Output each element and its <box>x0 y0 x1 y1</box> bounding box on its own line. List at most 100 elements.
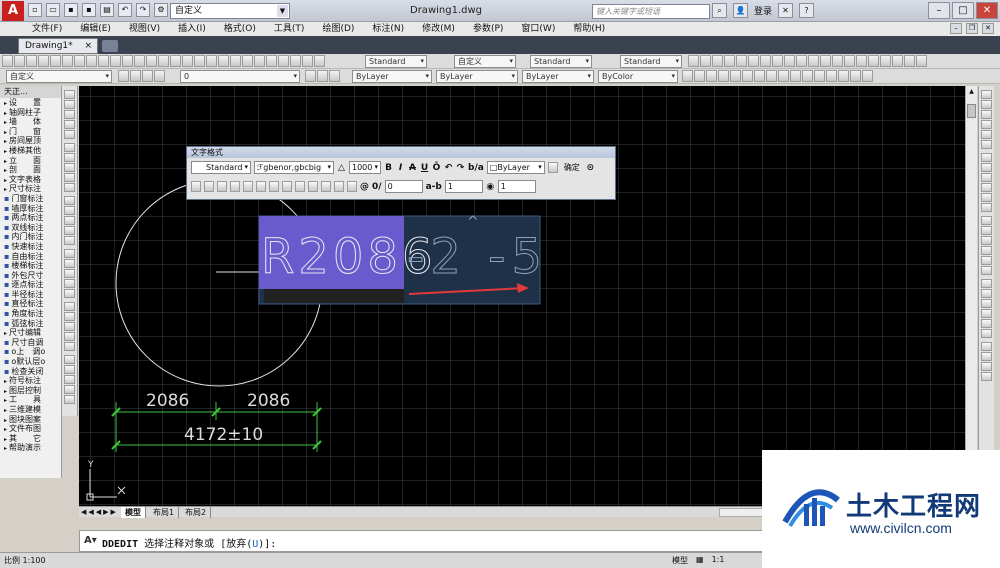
scale-icon[interactable] <box>766 70 777 82</box>
lineweight-select[interactable]: ByLayer <box>522 70 594 83</box>
command-line[interactable]: A▾ DDEDIT 选择注释对象或 [放弃(U)]: <box>79 530 765 552</box>
palette-item[interactable]: 文字表格 <box>0 175 61 185</box>
tool-i-icon[interactable] <box>64 385 75 394</box>
menu-insert[interactable]: 插入(I) <box>178 22 206 36</box>
arc-dim-icon[interactable] <box>712 55 723 67</box>
tool-c-icon[interactable] <box>64 322 75 331</box>
text-style-select[interactable]: Standard <box>365 55 427 68</box>
menu-format[interactable]: 格式(O) <box>224 22 256 36</box>
circle-icon[interactable] <box>64 153 75 162</box>
rtool-24-icon[interactable] <box>981 329 992 338</box>
mtext-justify-icon[interactable] <box>204 181 214 192</box>
rtool-1-icon[interactable] <box>981 90 992 99</box>
rtool-27-icon[interactable] <box>981 362 992 371</box>
saveas-icon[interactable]: ▪ <box>82 3 96 17</box>
palette-item[interactable]: 符号标注 <box>0 376 61 386</box>
annotative-icon[interactable]: △ <box>337 163 346 173</box>
design-center-icon[interactable] <box>230 55 241 67</box>
center-mark-icon[interactable] <box>856 55 867 67</box>
dim-text-total[interactable]: 4172±10 <box>184 425 263 445</box>
uppercase-icon[interactable] <box>334 181 344 192</box>
join-icon[interactable] <box>826 70 837 82</box>
tab-close-icon[interactable]: × <box>84 39 92 53</box>
palette-item[interactable]: 尺寸编辑 <box>0 328 61 338</box>
tool-e-icon[interactable] <box>64 342 75 351</box>
rtool-25-icon[interactable] <box>981 342 992 351</box>
layer-manager-icon[interactable] <box>118 70 129 82</box>
menu-tools[interactable]: 工具(T) <box>274 22 305 36</box>
rtool-21-icon[interactable] <box>981 299 992 308</box>
mirror-icon[interactable] <box>706 70 717 82</box>
tool-d-icon[interactable] <box>64 332 75 341</box>
palette-item[interactable]: 帮助演示 <box>0 443 61 453</box>
rtool-22-icon[interactable] <box>981 309 992 318</box>
dim-style-select[interactable]: 自定义 <box>454 55 516 68</box>
new-icon[interactable] <box>2 55 13 67</box>
rtool-10-icon[interactable] <box>981 183 992 192</box>
palette-item[interactable]: 文件布图 <box>0 424 61 434</box>
undo-icon[interactable]: ↶ <box>118 3 132 17</box>
zoom-window-icon[interactable] <box>194 55 205 67</box>
grid-icon[interactable]: ▦ <box>696 555 704 566</box>
scale-status[interactable]: 比例 1:100 <box>4 555 46 566</box>
numbering-icon[interactable] <box>308 181 318 192</box>
palette-item[interactable]: 三维建模 <box>0 405 61 415</box>
tab-layout1[interactable]: 布局1 <box>149 507 180 518</box>
menu-modify[interactable]: 修改(M) <box>422 22 455 36</box>
aligned-dim-icon[interactable] <box>700 55 711 67</box>
palette-item[interactable]: 直径标注 <box>0 299 61 309</box>
block-editor-icon[interactable] <box>134 55 145 67</box>
palette-item[interactable]: 逐点标注 <box>0 280 61 290</box>
palette-item[interactable]: 工 具 <box>0 395 61 405</box>
dim-text-edit-icon[interactable] <box>904 55 915 67</box>
tracking-icon[interactable]: a-b <box>426 182 442 192</box>
table-icon[interactable] <box>64 269 75 278</box>
table-style-select[interactable]: Standard <box>530 55 592 68</box>
space-dim-icon[interactable] <box>820 55 831 67</box>
palette-item[interactable]: 自由标注 <box>0 252 61 262</box>
array-icon[interactable] <box>730 70 741 82</box>
paste-icon[interactable] <box>110 55 121 67</box>
palette-item[interactable]: 弧弦标注 <box>0 319 61 329</box>
publish-icon[interactable] <box>62 55 73 67</box>
workspace-icon[interactable]: ⚙ <box>154 3 168 17</box>
palette-item[interactable]: 房间屋顶 <box>0 136 61 146</box>
line-icon[interactable] <box>64 90 75 99</box>
lightbulb-icon[interactable] <box>130 70 141 82</box>
jogged-dim-icon[interactable] <box>748 55 759 67</box>
ok-button[interactable]: 确定 <box>561 162 583 173</box>
palette-item[interactable]: 楼梯其他 <box>0 146 61 156</box>
tab-drawing1[interactable]: Drawing1* × <box>18 38 98 54</box>
color-select[interactable]: ByLayer <box>352 70 432 83</box>
copy-obj-icon[interactable] <box>694 70 705 82</box>
make-current-icon[interactable] <box>305 70 316 82</box>
copy-icon[interactable] <box>98 55 109 67</box>
point-icon[interactable] <box>64 226 75 235</box>
underline-button[interactable]: U <box>420 163 429 173</box>
palette-item[interactable]: 双线标注 <box>0 223 61 233</box>
tool-g-icon[interactable] <box>64 365 75 374</box>
match-icon[interactable] <box>122 55 133 67</box>
palette-item[interactable]: 楼梯标注 <box>0 261 61 271</box>
baseline-dim-icon[interactable] <box>796 55 807 67</box>
undo-icon[interactable] <box>146 55 157 67</box>
doc-close-icon[interactable]: ✕ <box>982 23 994 34</box>
menu-file[interactable]: 文件(F) <box>32 22 62 36</box>
calculator-icon[interactable] <box>278 55 289 67</box>
rtool-28-icon[interactable] <box>981 372 992 381</box>
overline-button[interactable]: Ō <box>432 163 441 173</box>
paragraph-icon[interactable] <box>217 181 227 192</box>
polyline-icon[interactable] <box>64 110 75 119</box>
exchange-icon[interactable]: ✕ <box>778 3 794 18</box>
palette-item[interactable]: 设 置 <box>0 98 61 108</box>
break-icon[interactable] <box>814 70 825 82</box>
menu-edit[interactable]: 编辑(E) <box>80 22 111 36</box>
font-dropdown[interactable]: ℱgbenor,gbcbig <box>254 161 334 174</box>
search-icon[interactable]: ⌕ <box>712 3 727 18</box>
scroll-up-icon[interactable]: ▲ <box>967 87 976 96</box>
region-icon[interactable] <box>64 259 75 268</box>
ellipse-arc-icon[interactable] <box>64 196 75 205</box>
maximize-icon[interactable]: □ <box>952 2 974 19</box>
mleader-style-select[interactable]: Standard <box>620 55 682 68</box>
model-space-toggle[interactable]: 模型 <box>672 555 688 566</box>
